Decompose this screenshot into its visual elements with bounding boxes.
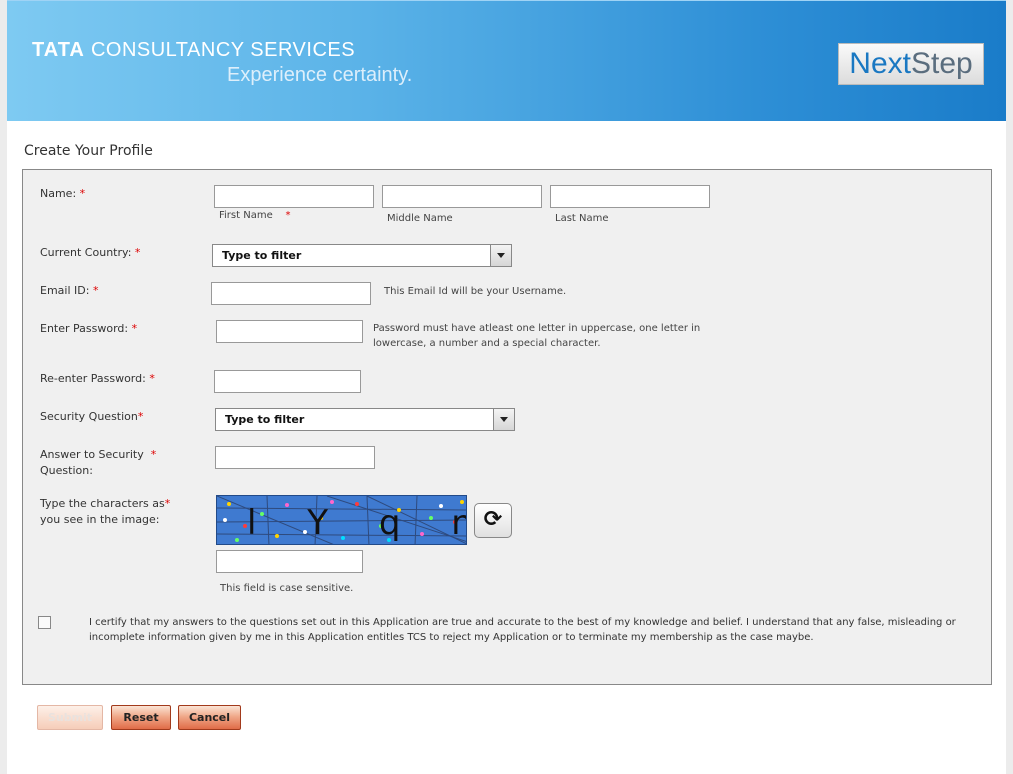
country-select[interactable]: Type to filter xyxy=(212,244,512,267)
security-answer-label: Answer to Security * Question: xyxy=(40,448,157,477)
password-hint: Password must have atleast one letter in… xyxy=(373,321,713,351)
last-name-input[interactable] xyxy=(550,185,710,208)
captcha-input[interactable] xyxy=(216,550,363,573)
password-hint-line2: lowercase, a number and a special charac… xyxy=(373,338,601,349)
security-question-select[interactable]: Type to filter xyxy=(215,408,515,431)
last-name-caption: Last Name xyxy=(555,213,609,224)
reenter-password-label: Re-enter Password: * xyxy=(40,372,155,385)
certify-checkbox[interactable] xyxy=(38,616,51,629)
certify-text-line1: I certify that my answers to the questio… xyxy=(89,617,956,628)
certify-text-line2: incomplete information given by me in th… xyxy=(89,632,814,643)
chevron-down-icon[interactable] xyxy=(490,245,511,266)
required-marker: * xyxy=(164,497,171,510)
required-marker: * xyxy=(79,187,86,200)
header-banner: TATA CONSULTANCY SERVICES Experience cer… xyxy=(7,0,1006,121)
page: TATA CONSULTANCY SERVICES Experience cer… xyxy=(7,0,1006,774)
nextstep-logo: NextStep xyxy=(838,43,984,85)
email-label: Email ID: * xyxy=(40,284,99,297)
required-marker: * xyxy=(137,410,144,423)
first-name-caption: First Name * xyxy=(219,210,291,221)
page-title: Create Your Profile xyxy=(24,143,153,159)
captcha-image: l Y q n 3 xyxy=(216,495,467,545)
required-marker: * xyxy=(149,372,155,385)
security-question-value: Type to filter xyxy=(225,413,305,426)
tcs-logo: TATA CONSULTANCY SERVICES Experience cer… xyxy=(32,39,412,87)
middle-name-caption: Middle Name xyxy=(387,213,453,224)
security-answer-input[interactable] xyxy=(215,446,375,469)
captcha-hint: This field is case sensitive. xyxy=(220,583,354,594)
submit-button[interactable]: Submit xyxy=(37,705,103,730)
logo-part2: Step xyxy=(910,47,973,80)
first-name-input[interactable] xyxy=(214,185,374,208)
tagline: Experience certainty. xyxy=(227,64,413,86)
logo-part1: Next xyxy=(849,47,911,80)
refresh-captcha-button[interactable]: ⟳ xyxy=(474,503,512,538)
required-marker: * xyxy=(285,210,291,221)
required-marker: * xyxy=(150,448,157,461)
name-label: Name: * xyxy=(40,187,86,200)
reset-button[interactable]: Reset xyxy=(111,705,171,730)
captcha-label: Type the characters as* you see in the i… xyxy=(40,497,171,526)
certify-text: I certify that my answers to the questio… xyxy=(89,615,969,645)
email-input[interactable] xyxy=(211,282,371,305)
email-hint: This Email Id will be your Username. xyxy=(384,286,567,297)
captcha-text: l Y q n 3 xyxy=(247,503,466,543)
required-marker: * xyxy=(92,284,99,297)
password-input[interactable] xyxy=(216,320,363,343)
required-marker: * xyxy=(131,322,138,335)
brand-bold: TATA xyxy=(32,39,85,61)
chevron-down-icon[interactable] xyxy=(493,409,514,430)
reenter-password-input[interactable] xyxy=(214,370,361,393)
country-label: Current Country: * xyxy=(40,246,141,259)
middle-name-input[interactable] xyxy=(382,185,542,208)
security-question-label: Security Question* xyxy=(40,410,144,423)
country-select-value: Type to filter xyxy=(222,249,302,262)
profile-form: Name: * First Name * Middle Name Last Na… xyxy=(22,169,992,685)
password-hint-line1: Password must have atleast one letter in… xyxy=(373,323,701,334)
cancel-button[interactable]: Cancel xyxy=(178,705,241,730)
refresh-icon: ⟳ xyxy=(483,507,503,532)
password-label: Enter Password: * xyxy=(40,322,138,335)
brand-rest: CONSULTANCY SERVICES xyxy=(90,39,356,61)
required-marker: * xyxy=(134,246,141,259)
